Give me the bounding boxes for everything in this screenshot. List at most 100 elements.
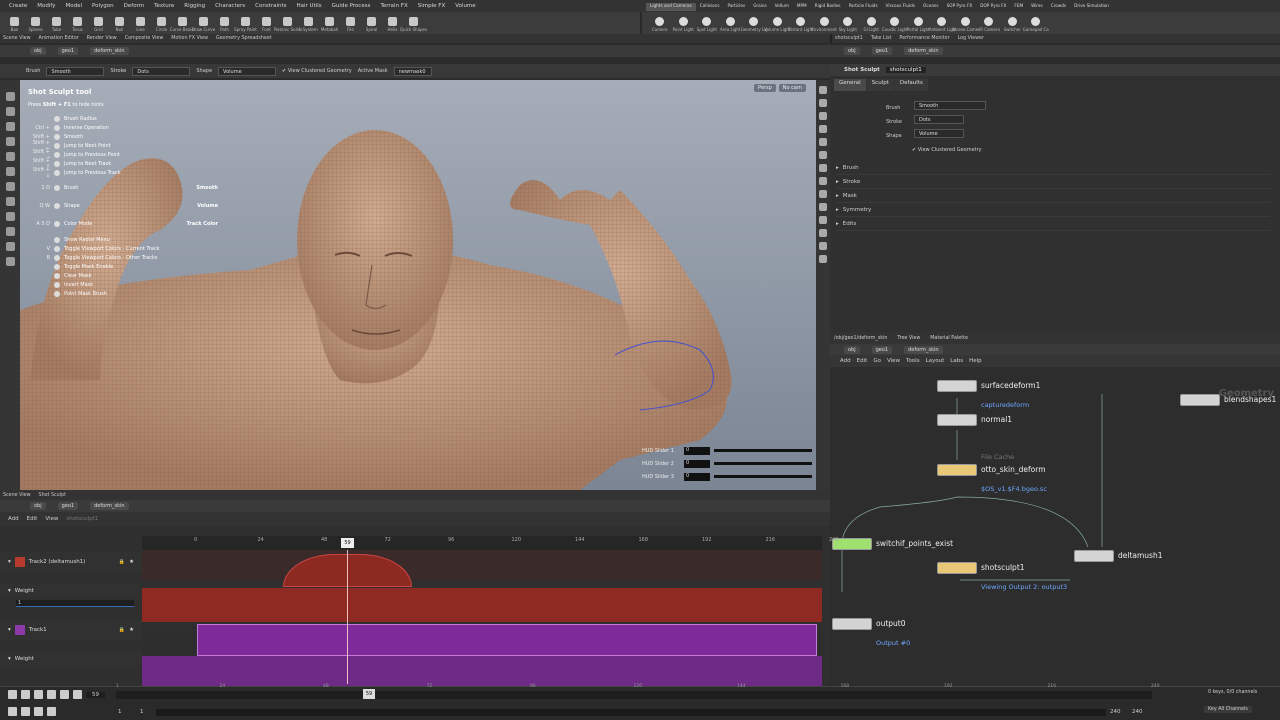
play-icon[interactable] <box>47 690 56 699</box>
shelf-tab-dop-pyro-fx[interactable]: DOP Pyro FX <box>976 3 1010 11</box>
magnet-icon[interactable] <box>5 227 15 236</box>
menu-constraints[interactable]: Constraints <box>250 3 291 9</box>
node-normal1[interactable] <box>937 414 977 426</box>
node-shotsculpt1[interactable] <box>937 562 977 574</box>
param-folder-brush[interactable]: ▸ Brush <box>836 161 1270 175</box>
move-tool-icon[interactable] <box>5 107 15 116</box>
shelf-tool-environment-light[interactable]: Environment Light <box>811 17 837 32</box>
points-display-icon[interactable] <box>819 138 827 146</box>
op-name-field[interactable]: shotsculpt1 <box>885 67 926 73</box>
shelf-tool-camera[interactable]: Camera <box>648 17 672 32</box>
param-folder-stroke[interactable]: ▸ Stroke <box>836 175 1270 189</box>
normals-display-icon[interactable] <box>819 151 827 159</box>
home-icon[interactable] <box>819 229 827 237</box>
display-options-icon[interactable] <box>819 86 827 94</box>
node-output0[interactable] <box>832 618 872 630</box>
track-color-swatch[interactable] <box>14 557 25 567</box>
network-editor[interactable]: /obj/geo1/deform_skin Tree View Material P… <box>830 332 1280 686</box>
playbar-frame-marker[interactable]: 59 <box>363 689 375 699</box>
pane-tab-shotsculpt1[interactable]: shotsculpt1 <box>835 36 863 41</box>
timeline-tab[interactable]: Scene View <box>3 493 31 498</box>
pane-tab-take-list[interactable]: Take List <box>871 36 892 41</box>
shelf-tab-grains[interactable]: Grains <box>749 3 771 11</box>
brush-dropdown[interactable]: Smooth <box>46 66 105 76</box>
param-tab-general[interactable]: General <box>834 79 866 91</box>
shelf-tool-switcher[interactable]: Switcher <box>1001 17 1025 32</box>
camera-icon[interactable] <box>5 257 15 266</box>
shelf-tool-l-system[interactable]: L-System <box>298 17 319 32</box>
params-path-geo[interactable]: geo1 <box>871 47 893 55</box>
pane-tab-animation-editor[interactable]: Animation Editor <box>39 36 79 41</box>
shelf-tool-portal-light[interactable]: Portal Light <box>907 17 931 32</box>
rotate-tool-icon[interactable] <box>5 122 15 131</box>
shelf-tab-rigid-bodies[interactable]: Rigid Bodies <box>811 3 845 11</box>
tl-path-geo[interactable]: geo1 <box>57 502 79 510</box>
menu-simple-fx[interactable]: Simple FX <box>413 3 450 9</box>
timeline-tab[interactable]: Shot Sculpt <box>39 493 66 498</box>
shelf-tab-collisions[interactable]: Collisions <box>696 3 724 11</box>
shelf-tool-spiral[interactable]: Spiral <box>361 17 382 32</box>
layout-icon[interactable] <box>819 255 827 263</box>
menu-texture[interactable]: Texture <box>149 3 179 9</box>
shelf-tab-crowds[interactable]: Crowds <box>1047 3 1070 11</box>
mask-dropdown[interactable]: newmask0 <box>393 66 432 76</box>
stop-icon[interactable] <box>34 690 43 699</box>
lock-icon[interactable]: 🔒 <box>119 627 125 633</box>
shelf-tab-particle-fluids[interactable]: Particle Fluids <box>845 3 882 11</box>
hud-slider-track[interactable] <box>714 475 812 478</box>
path-obj[interactable]: obj <box>30 47 46 55</box>
view-clustered-checkbox[interactable]: ✔ View Clustered Geometry <box>282 68 352 74</box>
shelf-tool-grid[interactable]: Grid <box>88 17 109 32</box>
track1-clip[interactable] <box>197 624 817 656</box>
shelf-tool-sky-light[interactable]: Sky Light <box>836 17 860 32</box>
timeline-menu-add[interactable]: Add <box>8 516 19 522</box>
tl-path-node[interactable]: deform_skin <box>90 502 129 510</box>
jump-start-icon[interactable] <box>8 690 17 699</box>
shelf-tab-sop-pyro-fx[interactable]: SOP Pyro FX <box>943 3 977 11</box>
shelf-tab-mpm[interactable]: MPM <box>793 3 811 11</box>
shelf-tool-line[interactable]: Line <box>130 17 151 32</box>
expand-arrow-icon[interactable]: ▾ <box>8 656 11 662</box>
scale-tool-icon[interactable] <box>5 137 15 146</box>
range-slider[interactable] <box>156 709 1106 716</box>
frame-field[interactable]: 59 <box>86 691 105 698</box>
shadows-icon[interactable] <box>819 190 827 198</box>
shelf-tool-sphere[interactable]: Sphere <box>25 17 46 32</box>
shelf-tab-vellum[interactable]: Vellum <box>771 3 793 11</box>
shelf-tool-area-light[interactable]: Area Light <box>719 17 743 32</box>
start-frame-2[interactable]: 1 <box>140 709 144 715</box>
param-tab-sculpt[interactable]: Sculpt <box>866 79 894 91</box>
expand-arrow-icon[interactable]: ▾ <box>8 588 11 594</box>
persp-menu[interactable]: Persp <box>754 84 776 92</box>
track-header[interactable]: ▾ Track1 🔒 ★ <box>0 620 142 640</box>
shelf-tool-gi-light[interactable]: GI Light <box>860 17 884 32</box>
handle-tool-icon[interactable] <box>5 152 15 161</box>
wireframe-icon[interactable] <box>819 125 827 133</box>
hud-slider-value[interactable]: 0 <box>684 472 710 481</box>
tl-path-obj[interactable]: obj <box>30 502 46 510</box>
star-icon[interactable]: ★ <box>129 627 134 633</box>
hud-slider[interactable]: HUD Slider 3 0 <box>642 470 814 483</box>
hud-slider-value[interactable]: 0 <box>684 446 710 455</box>
params-path-obj[interactable]: obj <box>844 47 860 55</box>
lights-icon[interactable] <box>819 177 827 185</box>
shelf-tool-torus[interactable]: Torus <box>67 17 88 32</box>
select-tool-icon[interactable] <box>5 92 15 101</box>
hud-slider-value[interactable]: 0 <box>684 459 710 468</box>
menu-volume[interactable]: Volume <box>450 3 480 9</box>
shelf-tool-geometry-light[interactable]: Geometry Light <box>741 17 767 32</box>
lock-camera-icon[interactable] <box>819 99 827 107</box>
hud-slider-track[interactable] <box>714 462 812 465</box>
param-stroke-dropdown[interactable]: Dots <box>914 115 964 124</box>
brush-tool-icon[interactable] <box>5 197 15 206</box>
weight-field[interactable]: 1 <box>16 600 134 607</box>
param-brush-dropdown[interactable]: Smooth <box>914 101 986 110</box>
render-region-icon[interactable] <box>5 242 15 251</box>
shelf-tool-volume-light[interactable]: Volume Light <box>764 17 790 32</box>
shelf-tool-spot-light[interactable]: Spot Light <box>695 17 719 32</box>
shading-mode-icon[interactable] <box>819 112 827 120</box>
param-folder-symmetry[interactable]: ▸ Symmetry <box>836 203 1270 217</box>
background-icon[interactable] <box>819 164 827 172</box>
pane-tab-performance-monitor[interactable]: Performance Monitor <box>899 36 949 41</box>
shelf-tool-stereo-camera[interactable]: Stereo Camera <box>952 17 978 32</box>
